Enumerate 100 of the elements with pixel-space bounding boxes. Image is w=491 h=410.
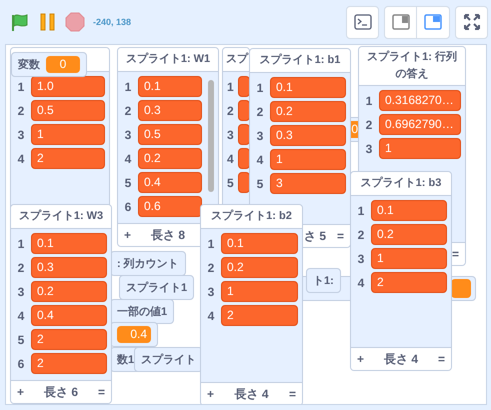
item-index: 2: [206, 260, 216, 274]
resize-handle[interactable]: =: [95, 385, 105, 399]
list-item[interactable]: [238, 148, 249, 169]
normal-stage-button[interactable]: [417, 6, 450, 38]
item-index: 2: [364, 118, 374, 132]
fullscreen-button[interactable]: [455, 6, 488, 38]
item-index: 1: [364, 94, 374, 108]
list-title: スプライト1: b2: [211, 208, 292, 224]
list-item[interactable]: 0.4: [138, 172, 202, 193]
item-index: 3: [16, 128, 26, 142]
stage-layout-icon: [392, 14, 410, 30]
list-item[interactable]: 2: [31, 353, 107, 374]
item-index: 1: [256, 80, 264, 94]
list-item[interactable]: 1: [270, 149, 346, 170]
item-index: 1: [206, 236, 216, 250]
variable-name: ト1:: [313, 274, 334, 288]
list-item[interactable]: 0.2: [371, 224, 447, 245]
list-item[interactable]: 2: [221, 305, 298, 326]
item-index: 2: [16, 260, 26, 274]
list-item[interactable]: 3: [270, 173, 346, 194]
resize-handle[interactable]: =: [286, 387, 296, 401]
item-index: 6: [124, 200, 132, 214]
list-item[interactable]: 0.3168270…: [379, 90, 461, 112]
item-index: 1: [16, 80, 26, 94]
list-item[interactable]: 1.0: [31, 76, 105, 97]
list-length: さ 5: [302, 228, 327, 244]
add-item-button[interactable]: +: [207, 387, 217, 401]
item-index: 5: [16, 332, 26, 346]
add-item-button[interactable]: +: [357, 352, 367, 366]
list-item[interactable]: 0.6962790…: [379, 114, 461, 136]
item-index: 1: [227, 80, 234, 94]
list-item[interactable]: 1: [31, 124, 105, 145]
list-item[interactable]: 0.5: [138, 124, 202, 145]
fullscreen-icon: [462, 13, 480, 31]
resize-handle[interactable]: =: [334, 229, 344, 243]
terminal-button[interactable]: [346, 6, 379, 38]
list-item[interactable]: 0.2: [138, 148, 202, 169]
add-item-button[interactable]: +: [17, 385, 27, 399]
item-index: 4: [16, 152, 26, 166]
resize-handle[interactable]: =: [435, 352, 445, 366]
pause-icon[interactable]: [40, 12, 55, 32]
flag-icon[interactable]: [10, 12, 30, 32]
resize-handle[interactable]: =: [449, 247, 459, 261]
item-index: 6: [16, 356, 26, 370]
item-index: 4: [227, 152, 234, 166]
stage-layout-icon: [424, 14, 442, 30]
variable-value: 0.4: [117, 326, 151, 343]
list-item[interactable]: 0.3: [31, 257, 107, 278]
list-item[interactable]: 1: [371, 248, 447, 269]
item-index: 2: [16, 104, 26, 118]
list-item[interactable]: [238, 100, 249, 121]
variable-name: 一部の値1: [117, 304, 168, 319]
list-item[interactable]: 0.2: [270, 101, 346, 122]
item-index: 3: [256, 128, 264, 142]
add-item-button[interactable]: +: [124, 228, 134, 242]
item-index: 2: [124, 104, 132, 118]
scrollbar[interactable]: [208, 80, 214, 192]
list-item[interactable]: 0.2: [221, 257, 298, 278]
list-item[interactable]: 2: [31, 329, 107, 350]
stop-icon[interactable]: [65, 12, 85, 32]
list-title: スプライト1: W3: [18, 208, 104, 224]
variable-name: : 列カウント: [117, 257, 179, 271]
list-item[interactable]: 2: [31, 148, 105, 169]
list-length: 長さ 4: [382, 350, 419, 368]
list-item[interactable]: 0.1: [371, 200, 447, 221]
item-index: 4: [256, 152, 264, 166]
item-index: 2: [256, 104, 264, 118]
small-stage-button[interactable]: [384, 6, 417, 38]
list-item[interactable]: 0.2: [31, 281, 107, 302]
list-item[interactable]: 0.3: [138, 100, 202, 121]
list-item[interactable]: 0.5: [31, 100, 105, 121]
item-index: 1: [16, 236, 26, 250]
list-item[interactable]: 1: [221, 281, 298, 302]
item-index: 3: [124, 128, 132, 142]
list-item[interactable]: 2: [371, 272, 447, 293]
list-length: 長さ 8: [150, 226, 186, 244]
variable-name: 数1: [117, 353, 134, 367]
list-item[interactable]: 1: [379, 138, 461, 160]
variable-value: 0: [46, 56, 80, 73]
item-index: 3: [227, 128, 234, 142]
item-index: 1: [356, 204, 366, 218]
list-item[interactable]: 0.1: [270, 77, 346, 98]
item-index: 4: [206, 308, 216, 322]
list-length: 長さ 4: [233, 386, 270, 402]
list-item[interactable]: 0.1: [31, 233, 107, 254]
item-index: 3: [364, 142, 374, 156]
list-item[interactable]: 0.3: [270, 125, 346, 146]
list-item[interactable]: [238, 76, 249, 97]
list-item[interactable]: 0.6: [138, 196, 202, 217]
item-index: 4: [356, 276, 366, 290]
list-item[interactable]: 0.1: [221, 233, 298, 254]
item-index: 4: [16, 308, 26, 322]
list-item[interactable]: [238, 172, 249, 193]
list-item[interactable]: 0.4: [31, 305, 107, 326]
terminal-icon: [354, 14, 372, 30]
item-index: 3: [206, 284, 216, 298]
list-item[interactable]: 0.1: [138, 76, 202, 97]
item-index: 3: [16, 284, 26, 298]
variable-name: スプライト1: [126, 280, 188, 295]
list-item[interactable]: [238, 124, 249, 145]
